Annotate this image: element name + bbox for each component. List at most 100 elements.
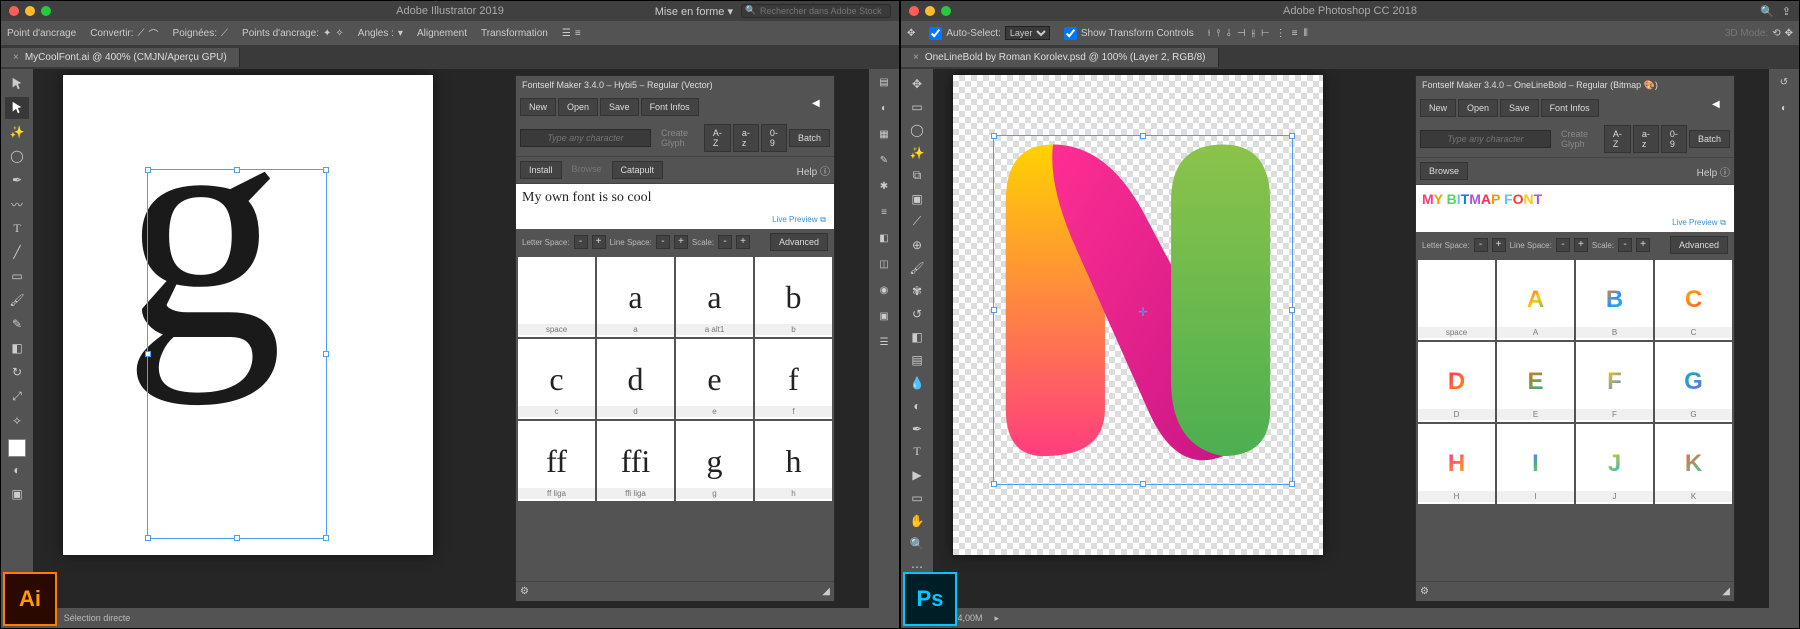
distribute-icon[interactable]: ≡ bbox=[575, 28, 581, 39]
create-glyph-button[interactable]: Create Glyph bbox=[653, 125, 702, 151]
canvas-area[interactable]: ✛ Fontself Maker 3.4.0 – OneLineBold – R… bbox=[933, 69, 1769, 608]
gradient-tool[interactable]: ▤ bbox=[905, 349, 929, 370]
eyedropper-tool[interactable]: ⟋ bbox=[905, 211, 929, 232]
glyph-cell[interactable]: FF bbox=[1576, 342, 1653, 422]
preview-text[interactable]: MY BITMAP FONT bbox=[1416, 185, 1734, 215]
lasso-tool[interactable]: ◯ bbox=[5, 145, 29, 167]
curvature-tool[interactable]: 〰 bbox=[5, 193, 29, 215]
frame-tool[interactable]: ▣ bbox=[905, 188, 929, 209]
alignment-label[interactable]: Alignement bbox=[417, 28, 467, 39]
glyph-cell[interactable]: aa bbox=[597, 257, 674, 337]
range-AZ[interactable]: A-Z bbox=[1604, 125, 1631, 153]
auto-select-checkbox[interactable] bbox=[929, 27, 942, 40]
gear-icon[interactable]: ⚙ bbox=[1420, 586, 1429, 597]
close-icon[interactable] bbox=[909, 6, 919, 16]
type-tool[interactable]: T bbox=[905, 441, 929, 462]
minimize-icon[interactable] bbox=[925, 6, 935, 16]
lasso-tool[interactable]: ◯ bbox=[905, 119, 929, 140]
glyph-cell[interactable]: cc bbox=[518, 339, 595, 419]
align-right-icon[interactable]: ⊢ bbox=[1261, 28, 1270, 39]
history-icon[interactable]: ↺ bbox=[1775, 73, 1793, 91]
line-plus[interactable]: + bbox=[674, 235, 688, 249]
line-plus[interactable]: + bbox=[1574, 238, 1588, 252]
align-bottom-icon[interactable]: ⫰ bbox=[1227, 28, 1231, 39]
path-select-tool[interactable]: ▶ bbox=[905, 464, 929, 485]
handles-icon[interactable]: ⟋ bbox=[221, 28, 228, 39]
glyph-cell[interactable]: space bbox=[518, 257, 595, 337]
scale-minus[interactable]: - bbox=[718, 235, 732, 249]
open-button[interactable]: Open bbox=[558, 98, 598, 116]
orbit3d-icon[interactable]: ⟲ bbox=[1772, 28, 1780, 39]
transparency-icon[interactable]: ◫ bbox=[875, 255, 893, 273]
align-left-icon[interactable]: ⊣ bbox=[1237, 28, 1246, 39]
document-tab[interactable]: ×MyCoolFont.ai @ 400% (CMJN/Aperçu GPU) bbox=[1, 48, 240, 67]
resize-icon[interactable]: ◢ bbox=[1722, 586, 1730, 597]
angles-dropdown[interactable]: ▾ bbox=[398, 28, 403, 39]
rocket-icon[interactable]: ◀ bbox=[1712, 99, 1730, 117]
auto-select-dropdown[interactable]: Layer bbox=[1005, 26, 1050, 40]
align-icon[interactable]: ☰ bbox=[562, 28, 571, 39]
glyph-cell[interactable]: ffff liga bbox=[518, 421, 595, 501]
convert-smooth-icon[interactable]: ⌒ bbox=[149, 26, 159, 41]
advanced-button[interactable]: Advanced bbox=[1670, 236, 1728, 254]
close-tab-icon[interactable]: × bbox=[13, 52, 19, 63]
color-mode-icon[interactable]: ◐ bbox=[5, 459, 29, 481]
symbols-icon[interactable]: ✱ bbox=[875, 177, 893, 195]
letter-plus[interactable]: + bbox=[1492, 238, 1506, 252]
brush-tool[interactable]: 🖌 bbox=[905, 257, 929, 278]
range-AZ[interactable]: A-Z bbox=[704, 124, 731, 152]
rotate-tool[interactable]: ↻ bbox=[5, 361, 29, 383]
font-infos-button[interactable]: Font Infos bbox=[1541, 99, 1599, 117]
glyph-cell[interactable]: space bbox=[1418, 260, 1495, 340]
maximize-icon[interactable] bbox=[41, 6, 51, 16]
range-09[interactable]: 0-9 bbox=[1661, 125, 1687, 153]
range-09[interactable]: 0-9 bbox=[761, 124, 787, 152]
fill-color[interactable] bbox=[8, 439, 26, 457]
direct-selection-tool[interactable] bbox=[5, 97, 29, 119]
stroke-icon[interactable]: ≡ bbox=[875, 203, 893, 221]
glyph-cell[interactable]: GG bbox=[1655, 342, 1732, 422]
eraser-tool[interactable]: ◧ bbox=[905, 326, 929, 347]
gear-icon[interactable]: ⚙ bbox=[520, 586, 529, 597]
history-brush-tool[interactable]: ↺ bbox=[905, 303, 929, 324]
clone-tool[interactable]: ✾ bbox=[905, 280, 929, 301]
swatches-icon[interactable]: ▦ bbox=[875, 125, 893, 143]
width-tool[interactable]: ⟡ bbox=[5, 409, 29, 431]
shaper-tool[interactable]: ✎ bbox=[5, 313, 29, 335]
info-icon[interactable]: ⓘ bbox=[1720, 168, 1730, 179]
resize-icon[interactable]: ◢ bbox=[822, 586, 830, 597]
color-icon[interactable]: ◐ bbox=[1775, 99, 1793, 117]
line-tool[interactable]: ╱ bbox=[5, 241, 29, 263]
glyph-cell[interactable]: KK bbox=[1655, 424, 1732, 504]
minimize-icon[interactable] bbox=[25, 6, 35, 16]
font-infos-button[interactable]: Font Infos bbox=[641, 98, 699, 116]
graphic-styles-icon[interactable]: ▣ bbox=[875, 307, 893, 325]
add-anchor-icon[interactable]: ✦ bbox=[323, 28, 331, 39]
distribute-v-icon[interactable]: ⦀ bbox=[1304, 28, 1308, 39]
align-top-icon[interactable]: ⫮ bbox=[1208, 28, 1211, 39]
glyph-cell[interactable]: aa alt1 bbox=[676, 257, 753, 337]
adobe-stock-search[interactable] bbox=[741, 4, 891, 18]
live-preview-link[interactable]: Live Preview bbox=[772, 215, 817, 224]
align-hcenter-icon[interactable]: ⫲ bbox=[1252, 28, 1255, 39]
type-character-input[interactable] bbox=[1420, 130, 1551, 148]
save-button[interactable]: Save bbox=[600, 98, 639, 116]
pan3d-icon[interactable]: ✥ bbox=[1785, 28, 1793, 39]
letter-plus[interactable]: + bbox=[592, 235, 606, 249]
glyph-cell[interactable]: gg bbox=[676, 421, 753, 501]
remove-anchor-icon[interactable]: ✧ bbox=[335, 28, 343, 39]
glyph-cell[interactable]: HH bbox=[1418, 424, 1495, 504]
move-tool[interactable]: ✥ bbox=[905, 73, 929, 94]
marquee-tool[interactable]: ▭ bbox=[905, 96, 929, 117]
info-icon[interactable]: ⓘ bbox=[820, 167, 830, 178]
glyph-cell[interactable]: BB bbox=[1576, 260, 1653, 340]
glyph-cell[interactable]: AA bbox=[1497, 260, 1574, 340]
close-tab-icon[interactable]: × bbox=[913, 52, 919, 63]
shape-tool[interactable]: ▭ bbox=[905, 487, 929, 508]
open-button[interactable]: Open bbox=[1458, 99, 1498, 117]
pen-tool[interactable]: ✒ bbox=[905, 418, 929, 439]
format-dropdown[interactable]: Mise en forme ▾ bbox=[655, 5, 733, 18]
advanced-button[interactable]: Advanced bbox=[770, 233, 828, 251]
transformation-label[interactable]: Transformation bbox=[481, 28, 548, 39]
paintbrush-tool[interactable]: 🖌 bbox=[5, 289, 29, 311]
